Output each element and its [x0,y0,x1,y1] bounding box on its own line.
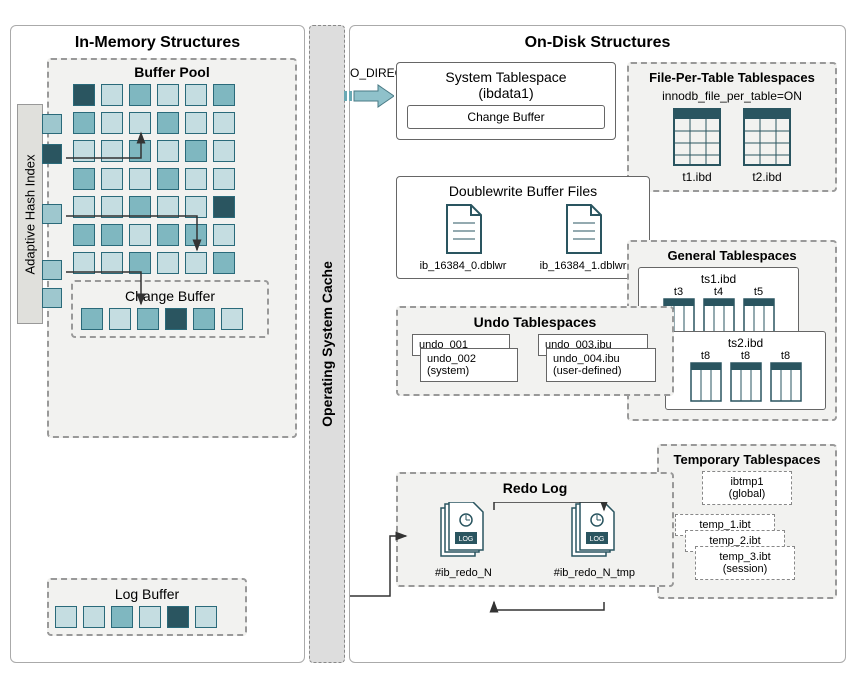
dbw-file: ib_16384_1.dblwr [540,203,627,272]
os-cache-label: Operating System Cache [319,261,335,427]
hash-cell [42,144,62,164]
undo-user: undo_003.ibu undo_004.ibu (user-defined) [538,334,658,388]
change-buffer: Change Buffer [71,280,269,338]
log-buffer-title: Log Buffer [55,586,239,602]
dbw-file: ib_16384_0.dblwr [420,203,507,272]
in-memory-section: In-Memory Structures Adaptive Hash Index… [10,25,305,663]
system-tablespace-title: System Tablespace (ibdata1) [403,69,609,101]
buffer-pool: Buffer Pool Change Buffer [47,58,297,438]
undo-system: undo_001 undo_002 (system) [412,334,532,388]
system-change-buffer: Change Buffer [407,105,605,129]
table-icon [742,107,792,167]
undo-title: Undo Tablespaces [404,314,666,330]
gen-ts-title: General Tablespaces [635,248,829,263]
hash-cell [42,288,62,308]
adaptive-hash-index: Adaptive Hash Index [17,104,43,324]
in-memory-title: In-Memory Structures [19,34,296,52]
table-icon [770,362,802,402]
fpt-file: t1.ibd [672,107,722,184]
fpt-file: t2.ibd [742,107,792,184]
on-disk-title: On-Disk Structures [358,34,837,52]
redo-log: Redo Log LOG #ib_redo_N LOG #ib_redo_N_t… [396,472,674,587]
doublewrite-buffer-files: Doublewrite Buffer Files ib_16384_0.dblw… [396,176,650,279]
redo-file: LOG #ib_redo_N [435,502,492,579]
hash-cell [42,260,62,280]
fpt-setting: innodb_file_per_table=ON [635,89,829,103]
svg-text:LOG: LOG [590,536,605,543]
redo-title: Redo Log [404,480,666,496]
file-icon [561,203,605,257]
system-tablespace: System Tablespace (ibdata1) Change Buffe… [396,62,616,140]
table-icon [690,362,722,402]
adaptive-hash-label: Adaptive Hash Index [23,154,38,274]
temp-global: ibtmp1 (global) [702,471,792,505]
change-buffer-title: Change Buffer [79,288,261,304]
buffer-pool-title: Buffer Pool [55,64,289,80]
redo-file: LOG #ib_redo_N_tmp [554,502,635,579]
on-disk-section: On-Disk Structures O_DIRECT System Table… [349,25,846,663]
gen-group: ts2.ibd t8 t8 t8 [665,331,826,410]
hash-cell [42,114,62,134]
undo-tablespaces: Undo Tablespaces undo_001 undo_002 (syst… [396,306,674,396]
log-buffer: Log Buffer [47,578,247,636]
temporary-tablespaces: Temporary Tablespaces ibtmp1 (global) te… [657,444,837,599]
fpt-title: File-Per-Table Tablespaces [635,70,829,85]
table-icon [672,107,722,167]
dbw-title: Doublewrite Buffer Files [403,183,643,199]
svg-text:LOG: LOG [459,536,474,543]
temp-title: Temporary Tablespaces [665,452,829,467]
hash-cell [42,204,62,224]
table-icon [730,362,762,402]
file-per-table-tablespaces: File-Per-Table Tablespaces innodb_file_p… [627,62,837,192]
os-cache: Operating System Cache [309,25,345,663]
o-direct-arrow-icon [344,84,394,108]
temp-session: temp_1.ibt temp_2.ibt temp_3.ibt (sessio… [665,511,829,591]
log-file-icon: LOG [437,502,489,564]
file-icon [441,203,485,257]
log-file-icon: LOG [568,502,620,564]
